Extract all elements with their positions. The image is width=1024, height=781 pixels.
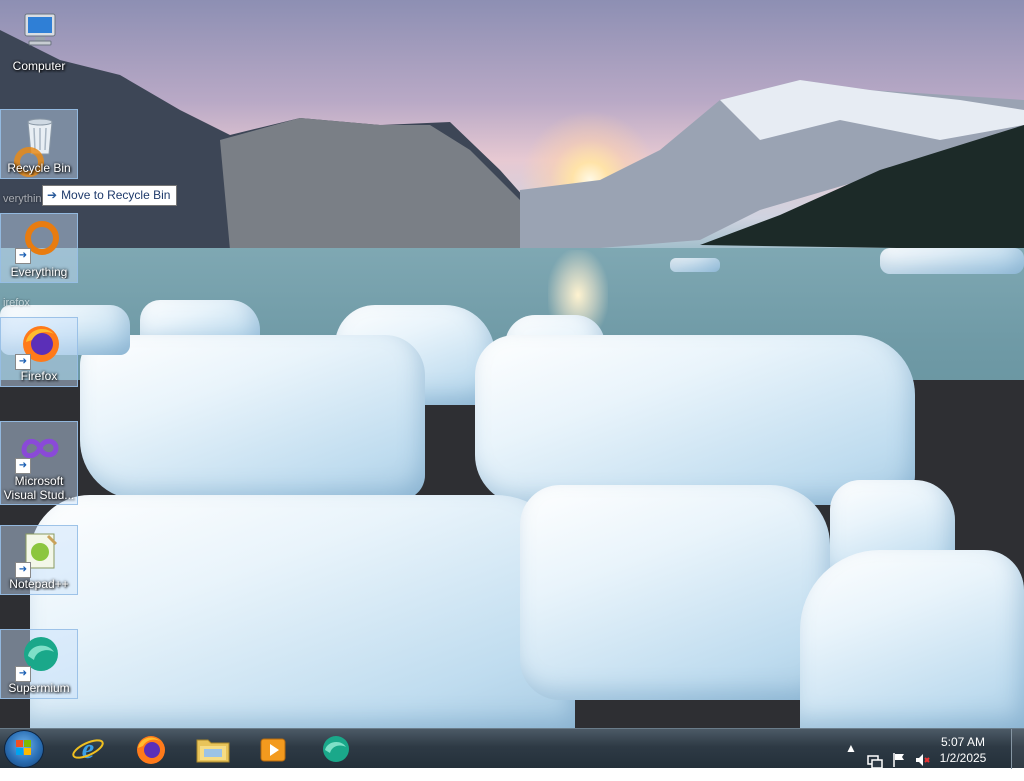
taskbar-supermium[interactable] bbox=[311, 731, 361, 767]
ice-block bbox=[800, 550, 1024, 728]
ice-floe bbox=[670, 258, 720, 272]
desktop-icon-label: Microsoft Visual Stud... bbox=[3, 474, 75, 502]
clock[interactable]: 5:07 AM 1/2/2025 bbox=[928, 734, 998, 766]
folder-icon bbox=[196, 739, 230, 763]
ice-floe bbox=[880, 248, 1024, 274]
flag-icon[interactable] bbox=[891, 740, 907, 780]
shortcut-arrow-icon: ➜ bbox=[15, 458, 31, 474]
taskbar-firefox[interactable] bbox=[126, 731, 176, 767]
desktop-icon-label: Firefox bbox=[20, 369, 58, 383]
drag-ghost-label: verything bbox=[3, 193, 48, 205]
internet-explorer-icon: e bbox=[72, 734, 104, 765]
shortcut-arrow-icon: ➜ bbox=[15, 562, 31, 578]
ice-block bbox=[475, 335, 915, 505]
wallpaper-mountains bbox=[0, 30, 1024, 252]
desktop-icon-visual-studio[interactable]: ➜ Microsoft Visual Stud... bbox=[0, 421, 78, 505]
taskbar: e ▲ 5:07 AM 1/2/2025 bbox=[0, 728, 1024, 769]
desktop-icon-everything[interactable]: ➜ Everything bbox=[0, 213, 78, 283]
show-desktop-button[interactable] bbox=[1011, 729, 1024, 769]
desktop-icon-firefox[interactable]: ➜ Firefox bbox=[0, 317, 78, 387]
taskbar-media-player[interactable] bbox=[248, 731, 298, 767]
firefox-icon bbox=[137, 736, 165, 764]
ice-block bbox=[30, 495, 575, 728]
shortcut-arrow-icon: ➜ bbox=[15, 248, 31, 264]
desktop-icon-recycle-bin[interactable]: Recycle Bin bbox=[0, 109, 78, 179]
arrow-right-icon: ➔ bbox=[47, 188, 58, 202]
desktop-icon-label: Computer bbox=[12, 59, 66, 73]
shortcut-arrow-icon: ➜ bbox=[15, 666, 31, 682]
show-hidden-icons-chevron-icon[interactable]: ▲ bbox=[845, 741, 857, 781]
media-player-icon bbox=[260, 738, 286, 762]
ice-block bbox=[80, 335, 425, 500]
clock-date: 1/2/2025 bbox=[939, 751, 987, 765]
taskbar-internet-explorer[interactable]: e bbox=[63, 731, 113, 767]
drag-ghost-label: irefox bbox=[3, 297, 30, 309]
desktop-icon-supermium[interactable]: ➜ Supermium bbox=[0, 629, 78, 699]
action-center-icon[interactable] bbox=[866, 741, 884, 781]
desktop-icon-label: Supermium bbox=[8, 681, 70, 695]
drag-tooltip: ➔ Move to Recycle Bin bbox=[42, 185, 178, 206]
taskbar-file-explorer[interactable] bbox=[188, 731, 238, 767]
desktop-icon-label: Recycle Bin bbox=[7, 161, 71, 175]
svg-text:e: e bbox=[82, 734, 94, 765]
drag-tooltip-text: Move to Recycle Bin bbox=[61, 188, 171, 202]
computer-icon bbox=[24, 13, 56, 46]
clock-time: 5:07 AM bbox=[940, 735, 986, 749]
shortcut-arrow-icon: ➜ bbox=[15, 354, 31, 370]
ice-block bbox=[520, 485, 830, 700]
desktop-icon-label: Notepad++ bbox=[9, 577, 69, 591]
windows-logo-icon bbox=[16, 740, 31, 755]
desktop-icon-computer[interactable]: Computer bbox=[0, 6, 78, 76]
desktop-icon-notepad-plus-plus[interactable]: ➜ Notepad++ bbox=[0, 525, 78, 595]
desktop-icon-label: Everything bbox=[10, 265, 68, 279]
desktop-wallpaper[interactable]: Computer Recycle Bin verything ➜ Everyth… bbox=[0, 0, 1024, 728]
supermium-icon bbox=[323, 736, 349, 762]
start-button[interactable] bbox=[4, 730, 44, 768]
